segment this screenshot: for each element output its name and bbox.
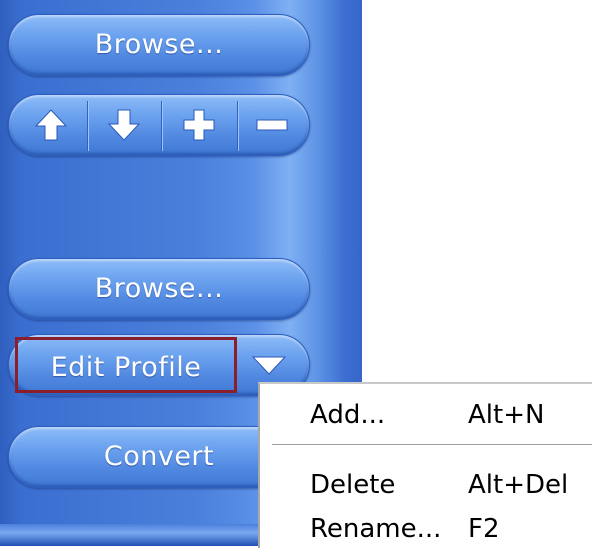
move-up-button[interactable]: [17, 95, 85, 155]
menu-item-add-label: Add...: [310, 400, 386, 430]
browse-button-top-label: Browse...: [94, 29, 224, 60]
edit-profile-label: Edit Profile: [50, 352, 202, 383]
chevron-down-icon: [251, 356, 287, 375]
add-item-button[interactable]: [163, 95, 235, 155]
browse-button-bottom[interactable]: Browse...: [8, 258, 310, 320]
profile-context-menu: Add... Alt+N Delete Alt+Del Rename... F2: [258, 382, 592, 548]
menu-item-delete-label: Delete: [310, 470, 396, 500]
browse-button-bottom-label: Browse...: [94, 273, 224, 304]
move-down-button[interactable]: [89, 95, 159, 155]
convert-button-label: Convert: [103, 441, 215, 472]
down-arrow-icon: [107, 109, 141, 141]
menu-item-delete-shortcut: Alt+Del: [468, 470, 569, 500]
menu-item-delete[interactable]: Delete Alt+Del: [260, 462, 592, 508]
minus-icon: [256, 119, 288, 131]
edit-profile-button[interactable]: Edit Profile: [15, 337, 237, 393]
up-arrow-icon: [34, 109, 68, 141]
menu-item-add[interactable]: Add... Alt+N: [260, 392, 592, 438]
menu-item-rename-shortcut: F2: [468, 514, 500, 544]
plus-icon: [183, 109, 215, 141]
remove-item-button[interactable]: [239, 95, 305, 155]
menu-item-rename[interactable]: Rename... F2: [260, 506, 592, 552]
edit-profile-dropdown-button[interactable]: [247, 345, 291, 385]
browse-button-top[interactable]: Browse...: [8, 14, 310, 76]
menu-separator: [272, 444, 592, 446]
menu-item-rename-label: Rename...: [310, 514, 442, 544]
menu-item-add-shortcut: Alt+N: [468, 400, 545, 430]
list-order-toolbar: [8, 94, 310, 156]
